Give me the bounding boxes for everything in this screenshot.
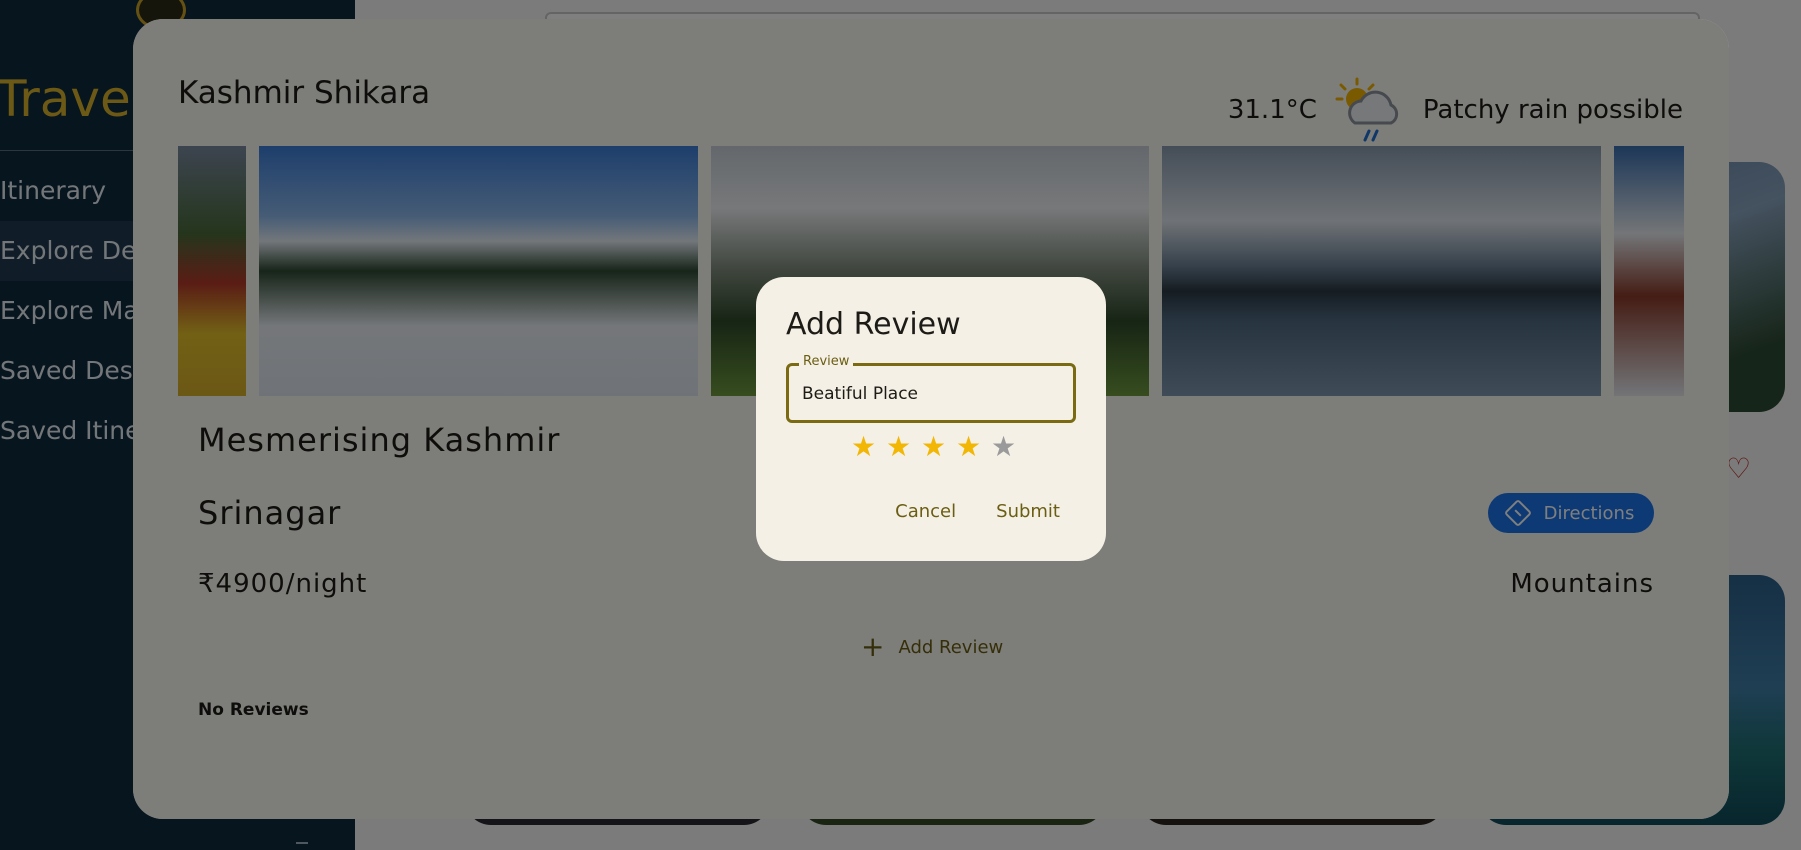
cancel-button[interactable]: Cancel bbox=[895, 501, 956, 522]
carousel-photo[interactable] bbox=[178, 146, 246, 396]
destination-name: Mesmerising Kashmir bbox=[198, 421, 561, 459]
dialog-heading: Add Review bbox=[786, 307, 961, 342]
review-field-label: Review bbox=[799, 354, 854, 369]
partly-cloudy-rain-icon bbox=[1333, 77, 1405, 143]
plus-icon: + bbox=[861, 630, 885, 663]
star-4-icon[interactable]: ★ bbox=[951, 433, 986, 461]
review-input[interactable] bbox=[802, 380, 1062, 408]
star-5-icon[interactable]: ★ bbox=[986, 433, 1021, 461]
submit-button[interactable]: Submit bbox=[996, 501, 1060, 522]
dialog-actions: Cancel Submit bbox=[895, 501, 1060, 522]
destination-category: Mountains bbox=[1510, 569, 1654, 599]
review-field[interactable]: Review bbox=[786, 354, 1076, 423]
destination-title: Kashmir Shikara bbox=[178, 75, 431, 111]
directions-label: Directions bbox=[1543, 502, 1635, 524]
carousel-photo[interactable] bbox=[1162, 146, 1601, 396]
star-2-icon[interactable]: ★ bbox=[881, 433, 916, 461]
star-1-icon[interactable]: ★ bbox=[846, 433, 881, 461]
weather-temperature: 31.1°C bbox=[1227, 95, 1317, 125]
weather-info: 31.1°C Patchy rain possible bbox=[1228, 77, 1683, 143]
no-reviews-text: No Reviews bbox=[198, 700, 309, 720]
add-review-dialog: Add Review Review ★ ★ ★ ★ ★ Cancel Submi… bbox=[756, 277, 1106, 561]
star-rating[interactable]: ★ ★ ★ ★ ★ bbox=[846, 433, 1021, 461]
add-review-label: Add Review bbox=[898, 636, 1004, 658]
directions-icon bbox=[1503, 498, 1532, 528]
directions-button[interactable]: Directions bbox=[1488, 493, 1654, 533]
carousel-photo[interactable] bbox=[1614, 146, 1684, 396]
add-review-button[interactable]: + Add Review bbox=[861, 633, 1003, 661]
weather-condition: Patchy rain possible bbox=[1422, 95, 1683, 125]
destination-city: Srinagar bbox=[198, 494, 342, 532]
star-3-icon[interactable]: ★ bbox=[916, 433, 951, 461]
carousel-photo[interactable] bbox=[259, 146, 698, 396]
destination-price: ₹4900/night bbox=[198, 569, 368, 599]
